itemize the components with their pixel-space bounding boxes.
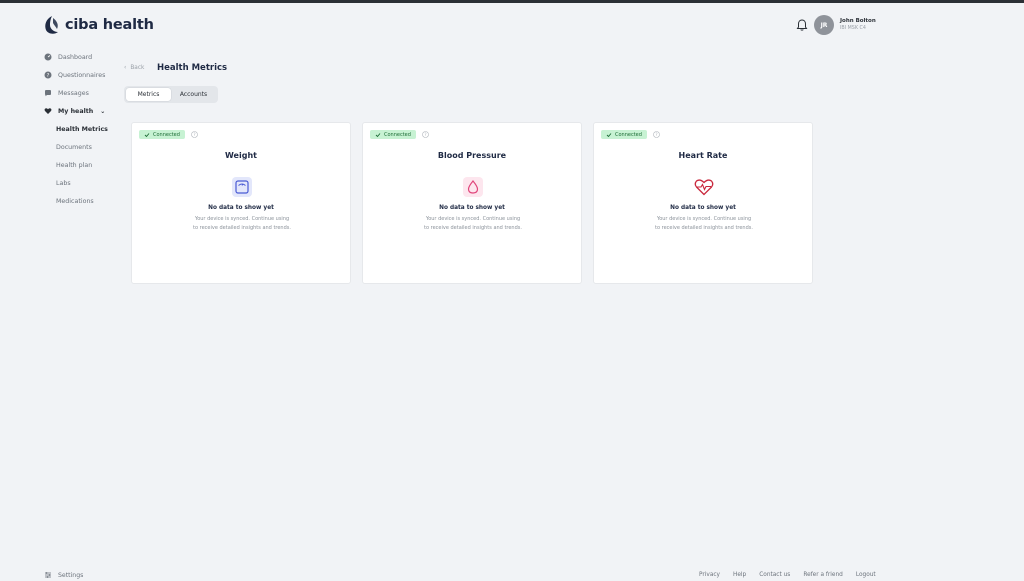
sidebar-item-label: Questionnaires	[58, 71, 106, 79]
card-title: Blood Pressure	[437, 151, 507, 160]
no-data-description: Your device is synced. Continue using to…	[424, 216, 522, 231]
metric-card-blood-pressure[interactable]: Connected ? Blood Pressure No data to sh…	[362, 122, 582, 284]
chat-icon	[44, 89, 52, 97]
badge-label: Connected	[153, 131, 180, 138]
footer-link-refer[interactable]: Refer a friend	[803, 572, 843, 578]
no-data-description: Your device is synced. Continue using to…	[655, 216, 753, 231]
info-icon[interactable]: ?	[422, 131, 429, 138]
subnav-label: Medications	[56, 197, 94, 205]
subnav-medications[interactable]: Medications	[56, 192, 124, 210]
subnav-labs[interactable]: Labs	[56, 174, 124, 192]
my-health-subnav: Health Metrics Documents Health plan Lab…	[56, 120, 124, 210]
chevron-down-icon: ⌄	[100, 107, 106, 115]
tabs: Metrics Accounts	[124, 86, 218, 103]
tab-metrics[interactable]: Metrics	[126, 88, 171, 101]
logo-text: ciba health	[65, 17, 154, 33]
check-icon	[375, 132, 381, 137]
no-data-title: No data to show yet	[439, 205, 505, 211]
settings-link[interactable]: Settings	[44, 571, 83, 579]
logo[interactable]: ciba health	[43, 14, 154, 36]
tab-accounts[interactable]: Accounts	[171, 88, 216, 101]
metric-card-weight[interactable]: Connected ? Weight No data to show yet Y…	[131, 122, 351, 284]
no-data-title: No data to show yet	[208, 205, 274, 211]
check-icon	[606, 132, 612, 137]
sidebar-item-my-health[interactable]: My health ⌄	[44, 102, 124, 120]
no-data-description: Your device is synced. Continue using to…	[193, 216, 291, 231]
dashboard-icon	[44, 53, 52, 61]
subnav-documents[interactable]: Documents	[56, 138, 124, 156]
sidebar: Dashboard ? Questionnaires Messages My h…	[44, 48, 124, 210]
sidebar-item-dashboard[interactable]: Dashboard	[44, 48, 124, 66]
subnav-label: Health Metrics	[56, 125, 108, 133]
footer-link-contact[interactable]: Contact us	[759, 572, 790, 578]
status-badge: Connected	[601, 130, 647, 139]
status-badge: Connected	[370, 130, 416, 139]
question-icon: ?	[44, 71, 52, 79]
subnav-health-plan[interactable]: Health plan	[56, 156, 124, 174]
subnav-label: Health plan	[56, 161, 93, 169]
back-label: Back	[130, 65, 145, 71]
metric-card-heart-rate[interactable]: Connected ? Heart Rate No data to show y…	[593, 122, 813, 284]
subnav-label: Labs	[56, 179, 71, 187]
ciba-logo-icon	[45, 16, 58, 34]
sidebar-item-label: Messages	[58, 89, 89, 97]
sliders-icon	[45, 572, 51, 578]
sidebar-item-questionnaires[interactable]: ? Questionnaires	[44, 66, 124, 84]
card-title: Heart Rate	[678, 151, 728, 160]
footer-link-help[interactable]: Help	[733, 572, 746, 578]
page-title: Health Metrics	[157, 63, 228, 73]
footer-links: Privacy Help Contact us Refer a friend L…	[699, 572, 876, 578]
badge-label: Connected	[384, 131, 411, 138]
scale-icon	[232, 177, 252, 197]
subnav-health-metrics[interactable]: Health Metrics	[56, 120, 124, 138]
user-subtitle: IBI MSK C4	[840, 26, 866, 31]
info-icon[interactable]: ?	[653, 131, 660, 138]
sidebar-item-label: My health	[58, 107, 94, 115]
footer-link-privacy[interactable]: Privacy	[699, 572, 720, 578]
card-title: Weight	[225, 151, 257, 160]
footer-link-logout[interactable]: Logout	[856, 572, 876, 578]
user-name: John Bolton	[840, 18, 876, 24]
info-icon[interactable]: ?	[191, 131, 198, 138]
heart-rate-icon	[694, 179, 714, 196]
back-link[interactable]: ‹ Back	[124, 65, 144, 71]
drop-icon	[463, 177, 483, 197]
sidebar-item-messages[interactable]: Messages	[44, 84, 124, 102]
status-badge: Connected	[139, 130, 185, 139]
top-border	[0, 0, 1024, 3]
settings-label: Settings	[58, 571, 84, 579]
chevron-left-icon: ‹	[124, 65, 127, 71]
avatar[interactable]: JR	[814, 15, 834, 35]
svg-text:?: ?	[47, 73, 50, 79]
badge-label: Connected	[615, 131, 642, 138]
subnav-label: Documents	[56, 143, 92, 151]
check-icon	[144, 132, 150, 137]
bell-icon[interactable]	[795, 18, 809, 32]
heart-icon	[44, 107, 52, 115]
sidebar-item-label: Dashboard	[58, 53, 93, 61]
no-data-title: No data to show yet	[670, 205, 736, 211]
